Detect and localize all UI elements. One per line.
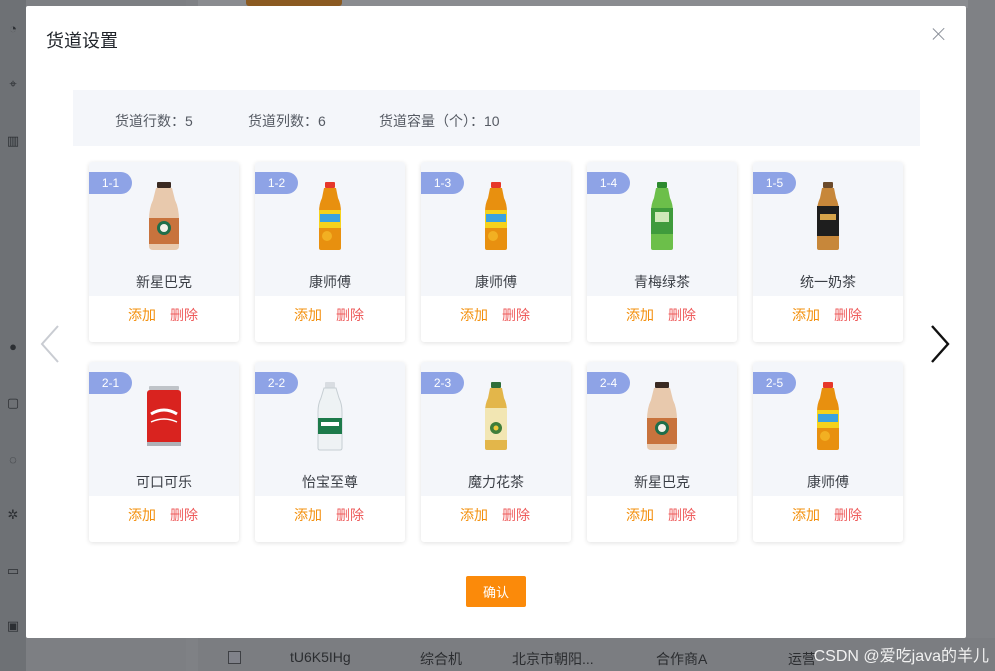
slot-card-preview: 2-4 新星巴克 [587,362,737,496]
slot-info-bar: 货道行数：5 货道列数：6 货道容量（个）：10 [73,90,920,146]
slot-card-preview: 2-5 康师傅 [753,362,903,496]
flower-tea-bottle-icon [471,380,521,452]
bulb-icon: ◌ [9,452,17,467]
delete-product-link[interactable]: 删除 [336,505,364,525]
slot-card: 2-1 可口可乐添加 删除 [89,362,239,542]
delete-product-link[interactable]: 删除 [668,505,696,525]
row-partner: 合作商A [656,651,708,667]
slot-card-preview: 1-2 康师傅 [255,162,405,296]
add-product-link[interactable]: 添加 [626,305,654,325]
slot-card-preview: 2-3 魔力花茶 [421,362,571,496]
slot-card: 1-5 统一奶茶添加 删除 [753,162,903,342]
slot-cols-info: 货道列数：6 [248,113,326,129]
users-icon: ● [9,339,17,354]
slot-card-preview: 2-2 怡宝至尊 [255,362,405,496]
product-name: 青梅绿茶 [634,274,690,290]
delete-product-link[interactable]: 删除 [170,305,198,325]
dashboard-icon: ◔ [9,21,17,36]
slot-code-badge: 1-1 [89,172,132,194]
product-name: 康师傅 [807,474,849,490]
chevron-left-icon [40,325,59,363]
prev-page-button[interactable] [40,324,60,364]
product-name: 新星巴克 [136,274,192,290]
delete-product-link[interactable]: 删除 [502,505,530,525]
coke-bottle-icon [139,380,189,452]
slot-code-badge: 2-1 [89,372,132,394]
slot-code-badge: 1-2 [255,172,298,194]
milk-tea-bottle-icon [803,180,853,252]
starbucks-bottle-icon [139,180,189,252]
add-product-link[interactable]: 添加 [294,305,322,325]
row-code: tU6K5IHg [290,649,351,665]
grid-icon: ▥ [6,133,20,148]
slot-rows-info: 货道行数：5 [115,113,193,129]
delete-product-link[interactable]: 删除 [170,505,198,525]
slot-settings-dialog: 货道设置 货道行数：5 货道列数：6 货道容量（个）：10 1-1 新星巴克 添加删… [26,6,966,638]
slot-card: 1-3 康师傅添加 删除 [421,162,571,342]
slot-card: 2-5 康师傅添加 删除 [753,362,903,542]
location-icon: ⌖ [9,76,17,91]
slot-card: 1-4 青梅绿茶添加 删除 [587,162,737,342]
add-product-link[interactable]: 添加 [460,505,488,525]
slot-capacity-info: 货道容量（个）：10 [379,113,500,129]
background-sidebar: ◔ ⌖ ▥ ● ▢ ◌ ✲ ▭ ▣ [0,0,26,671]
product-name: 康师傅 [309,274,351,290]
row-address: 北京市朝阳... [512,651,594,667]
product-name: 康师傅 [475,274,517,290]
add-product-link[interactable]: 添加 [626,505,654,525]
slot-code-badge: 1-4 [587,172,630,194]
slot-code-badge: 2-2 [255,372,298,394]
add-product-link[interactable]: 添加 [128,505,156,525]
water-bottle-icon [305,380,355,452]
add-product-link[interactable]: 添加 [792,505,820,525]
row-status: 运营 [788,651,816,667]
product-name: 魔力花茶 [468,474,524,490]
slot-code-badge: 1-5 [753,172,796,194]
close-icon[interactable] [932,27,946,41]
delete-product-link[interactable]: 删除 [502,305,530,325]
gear-icon: ✲ [7,507,19,522]
slot-code-badge: 2-3 [421,372,464,394]
delete-product-link[interactable]: 删除 [336,305,364,325]
bag-icon: ▢ [6,395,20,410]
slot-card: 2-4 新星巴克添加 删除 [587,362,737,542]
toolbox-icon: ▣ [6,618,20,633]
iced-tea-bottle-icon [471,180,521,252]
add-product-link[interactable]: 添加 [460,305,488,325]
row-type: 综合机 [420,651,462,667]
product-name: 新星巴克 [634,474,690,490]
slot-code-badge: 2-5 [753,372,796,394]
delete-product-link[interactable]: 删除 [668,305,696,325]
dialog-title: 货道设置 [46,31,118,51]
slot-card-preview: 1-5 统一奶茶 [753,162,903,296]
delete-product-link[interactable]: 删除 [834,305,862,325]
delete-product-link[interactable]: 删除 [834,505,862,525]
slot-card: 1-1 新星巴克添加 删除 [89,162,239,342]
row-checkbox[interactable] [228,651,241,664]
next-page-button[interactable] [930,324,950,364]
confirm-button[interactable]: 确认 [466,576,526,607]
chevron-right-icon [931,325,950,363]
slot-card-preview: 2-1 可口可乐 [89,362,239,496]
watermark: CSDN @爱吃java的羊儿 [813,648,989,665]
add-product-link[interactable]: 添加 [294,505,322,525]
slot-card: 1-2 康师傅添加 删除 [255,162,405,342]
starbucks-bottle-icon [637,380,687,452]
product-name: 怡宝至尊 [302,474,358,490]
slot-code-badge: 1-3 [421,172,464,194]
iced-tea-bottle-icon [305,180,355,252]
slot-code-badge: 2-4 [587,372,630,394]
slot-card: 2-3 魔力花茶添加 删除 [421,362,571,542]
slot-card: 2-2 怡宝至尊添加 删除 [255,362,405,542]
product-name: 统一奶茶 [800,274,856,290]
add-product-link[interactable]: 添加 [792,305,820,325]
iced-tea-bottle-icon [803,380,853,452]
slot-card-preview: 1-3 康师傅 [421,162,571,296]
add-product-link[interactable]: 添加 [128,305,156,325]
slot-card-preview: 1-1 新星巴克 [89,162,239,296]
product-name: 可口可乐 [136,474,192,490]
slot-card-preview: 1-4 青梅绿茶 [587,162,737,296]
green-tea-bottle-icon [637,180,687,252]
monitor-icon: ▭ [6,563,20,578]
